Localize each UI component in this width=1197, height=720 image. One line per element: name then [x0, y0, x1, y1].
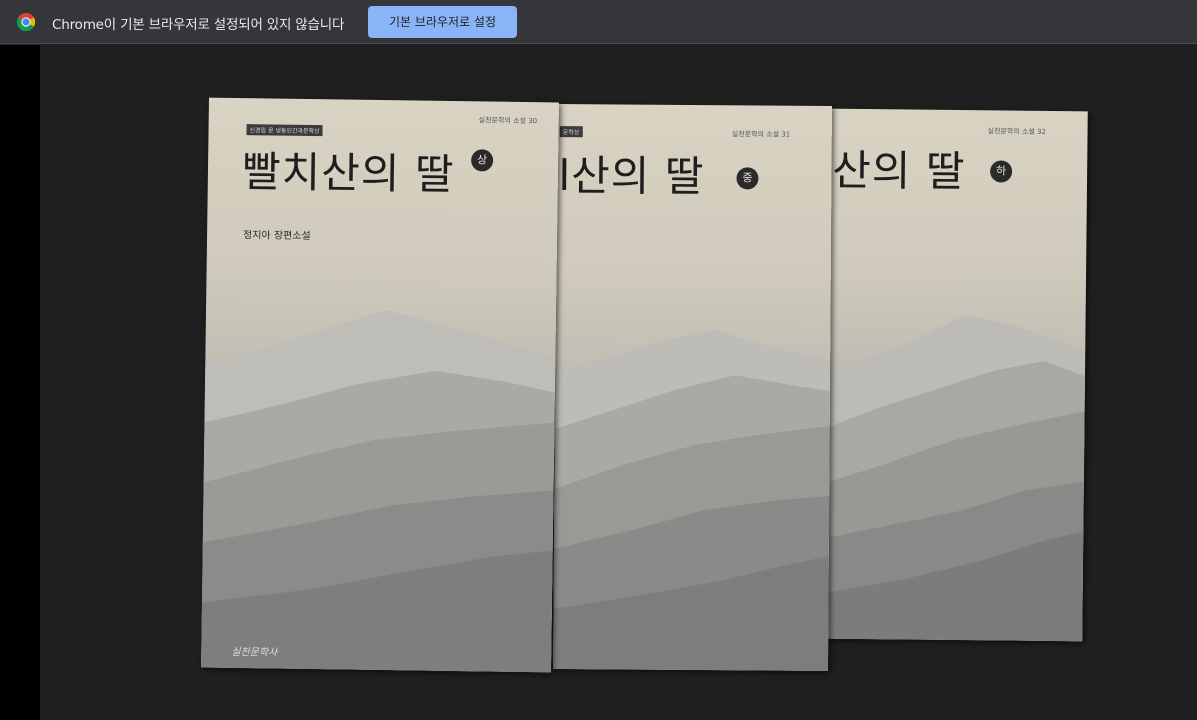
book-series-label: 실천문학의 소설 31	[731, 130, 791, 139]
book-title: 빨치산의 딸	[241, 147, 455, 200]
mountain-illustration	[201, 310, 556, 673]
volume-badge: 하	[990, 160, 1013, 183]
mountain-illustration	[822, 315, 1086, 642]
default-browser-infobar: Chrome이 기본 브라우저로 설정되어 있지 않습니다 기본 브라우저로 설…	[0, 0, 1197, 44]
book-series-label: 실천문학의 소설 32	[987, 127, 1047, 136]
book-tag: 신경림 문 냉동인간과문학상	[246, 124, 323, 137]
book-volume-3: 실천문학의 소설 32 산의 딸 하	[822, 108, 1088, 642]
infobar-message: Chrome이 기본 브라우저로 설정되어 있지 않습니다	[52, 17, 345, 33]
book-title: l산의 딸	[558, 151, 705, 202]
volume-badge: 상	[470, 149, 494, 172]
mountain-illustration	[553, 330, 831, 671]
image-viewer: 실천문학의 소설 32 산의 딸 하 문학상 실천문학의 소설 31 l산의 딸…	[40, 45, 1197, 720]
book-title: 산의 딸	[831, 145, 966, 197]
volume-badge: 중	[736, 167, 759, 190]
book-volume-2: 문학상 실천문학의 소설 31 l산의 딸 중	[553, 104, 832, 671]
book-author: 정지아 장편소설	[242, 230, 311, 243]
set-default-browser-button[interactable]: 기본 브라우저로 설정	[368, 6, 517, 38]
book-series-label: 실천문학의 소설 30	[478, 116, 538, 126]
left-edge	[0, 45, 40, 720]
chrome-logo-icon	[16, 12, 36, 32]
book-publisher: 실천문학사	[231, 646, 278, 659]
book-volume-1: 신경림 문 냉동인간과문학상 실천문학의 소설 30 빨치산의 딸 상 정지아 …	[201, 97, 559, 673]
book-tag: 문학상	[559, 126, 583, 138]
